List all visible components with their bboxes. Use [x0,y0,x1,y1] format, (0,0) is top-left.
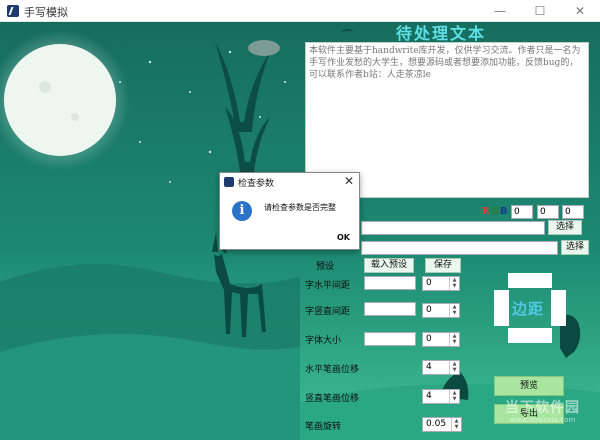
preview-button[interactable]: 预览 [494,376,564,396]
dialog-message: 请检查参数是否完整 [264,203,336,212]
r-value-input[interactable]: 0 [511,205,533,219]
spinner-arrows-icon[interactable]: ▲ ▼ [449,304,459,317]
window-title: 手写模拟 [24,6,68,19]
preset-label: 预设 [316,262,335,272]
rotate-label: 笔画旋转 [305,422,342,432]
spinner-arrows-icon[interactable]: ▲ ▼ [451,418,461,431]
font-size-value: 0 [426,334,432,344]
dialog-close-icon[interactable]: ✕ [344,174,354,188]
app-logo-icon [7,5,19,17]
g-label: G [491,206,500,217]
h-spacing-value: 0 [426,278,432,288]
h-spacing-input[interactable] [364,276,416,290]
select-background-button[interactable]: 选择 [548,220,582,235]
dialog-title: 检查参数 [238,179,275,189]
spinner-arrows-icon[interactable]: ▲ ▼ [449,390,459,403]
font-size-label: 字体大小 [305,336,342,346]
select-font-button[interactable]: 选择 [561,240,589,255]
watermark-text: 当下软件园 [505,400,580,416]
margin-left-input[interactable] [494,290,509,326]
info-icon: i [232,201,252,221]
watermark-url: www.downxia.com [510,416,576,424]
v-spacing-value: 0 [426,305,432,315]
margin-label: 边距 [512,300,545,318]
maximize-button[interactable]: ☐ [520,0,560,22]
rotate-spinner[interactable]: 0.05 ▲ ▼ [422,417,462,432]
v-spacing-label: 字竖直间距 [305,307,351,317]
v-stroke-label: 竖直笔画位移 [305,394,360,404]
font-size-spinner[interactable]: 0 ▲ ▼ [422,332,460,347]
dialog-app-icon [224,177,234,187]
load-preset-button[interactable]: 载入预设 [364,258,414,273]
v-spacing-input[interactable] [364,302,416,316]
spinner-arrows-icon[interactable]: ▲ ▼ [449,333,459,346]
margin-right-input[interactable] [551,290,566,326]
h-stroke-label: 水平笔画位移 [305,365,360,375]
close-button[interactable]: ✕ [560,0,600,22]
editor-heading: 待处理文本 [396,24,487,43]
b-label: B [500,206,508,217]
title-bar: 手写模拟 — ☐ ✕ [0,0,600,22]
check-params-dialog: 检查参数 ✕ i 请检查参数是否完整 OK [219,172,360,250]
minimize-button[interactable]: — [480,0,520,22]
margin-bottom-input[interactable] [508,328,552,343]
h-spacing-spinner[interactable]: 0 ▲ ▼ [422,276,460,291]
rotate-value: 0.05 [426,419,447,429]
h-spacing-label: 字水平间距 [305,281,351,291]
spinner-arrows-icon[interactable]: ▲ ▼ [449,277,459,290]
dialog-title-bar: 检查参数 ✕ [220,173,359,191]
r-label: R [482,206,490,217]
margin-top-input[interactable] [508,273,552,288]
save-preset-button[interactable]: 保存 [425,258,461,273]
v-spacing-spinner[interactable]: 0 ▲ ▼ [422,303,460,318]
b-value-input[interactable]: 0 [562,205,584,219]
spinner-arrows-icon[interactable]: ▲ ▼ [449,361,459,374]
font-size-input[interactable] [364,332,416,346]
v-stroke-value: 4 [426,391,432,401]
app-window: 手写模拟 — ☐ ✕ 待处理文本 本软件主要基于handwrite库开发，仅供学… [0,0,600,440]
dialog-ok-button[interactable]: OK [337,233,350,242]
g-value-input[interactable]: 0 [537,205,559,219]
v-stroke-spinner[interactable]: 4 ▲ ▼ [422,389,460,404]
font-path-input[interactable] [361,241,558,255]
h-stroke-spinner[interactable]: 4 ▲ ▼ [422,360,460,375]
background-path-input[interactable] [361,221,545,235]
h-stroke-value: 4 [426,362,432,372]
